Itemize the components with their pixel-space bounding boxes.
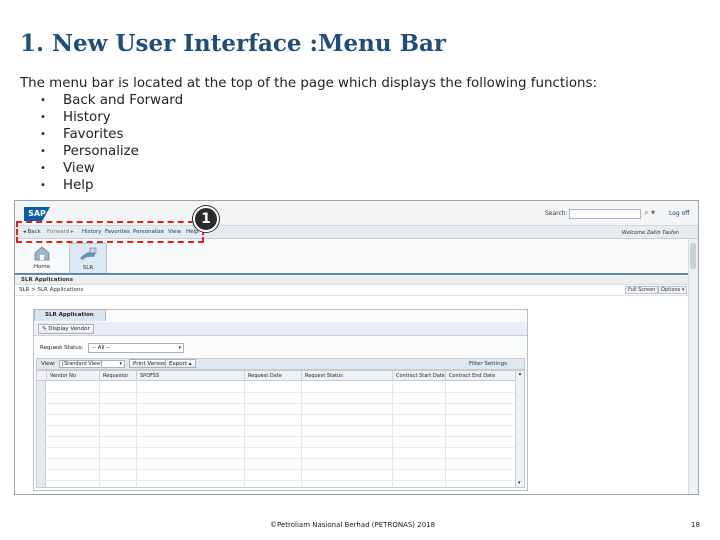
request-status-value: -- All -- bbox=[92, 345, 111, 351]
chevron-down-icon: ▾ bbox=[119, 361, 122, 367]
sap-logo: SAP bbox=[24, 207, 50, 221]
export-button[interactable]: Export ▴ bbox=[165, 359, 196, 368]
bullet-icon: • bbox=[40, 180, 46, 191]
list-item-label: Personalize bbox=[63, 144, 139, 159]
tab-slr-application[interactable]: SLR Application bbox=[34, 309, 106, 321]
bullet-icon: • bbox=[40, 163, 46, 174]
full-screen-button[interactable]: Full Screen bbox=[625, 286, 659, 294]
section-header: SLR Applications bbox=[15, 276, 688, 285]
column-divider bbox=[99, 381, 100, 487]
function-list: • Back and Forward • History • Favorites • P… bbox=[40, 92, 183, 194]
tile-label: Home bbox=[33, 264, 51, 270]
list-item-label: Favorites bbox=[63, 127, 124, 142]
column-header[interactable]: Contract Start Date bbox=[392, 371, 446, 381]
grid-toolbar: View: [Standard View] ▾ Print Version Exp… bbox=[36, 358, 525, 370]
search-input[interactable] bbox=[569, 209, 641, 219]
list-item-label: History bbox=[63, 110, 111, 125]
column-header[interactable]: Request Date bbox=[244, 371, 302, 381]
request-status-label: Request Status: bbox=[40, 345, 84, 351]
scroll-up-icon[interactable]: ▴ bbox=[519, 371, 522, 377]
row-selector-column[interactable] bbox=[37, 381, 46, 487]
bullet-icon: • bbox=[40, 146, 46, 157]
list-item: • Back and Forward bbox=[40, 92, 183, 109]
display-vendor-label: Display Vendor bbox=[48, 326, 90, 332]
bullet-icon: • bbox=[40, 112, 46, 123]
panel-toolbar: ✎ Display Vendor bbox=[34, 322, 527, 336]
display-vendor-button[interactable]: ✎ Display Vendor bbox=[38, 324, 94, 334]
welcome-text: Welcome Zakin Taufan bbox=[622, 230, 680, 236]
list-item: • Personalize bbox=[40, 143, 183, 160]
view-label: View: bbox=[41, 361, 56, 367]
table-row[interactable] bbox=[37, 480, 514, 481]
portal-screenshot: SAP Search: ⌕ ▾ Log off ◂ Back Forward ▸… bbox=[14, 200, 699, 495]
column-divider bbox=[392, 381, 393, 487]
tile-home[interactable]: Home bbox=[23, 243, 61, 273]
view-value: [Standard View] bbox=[62, 361, 103, 367]
bullet-icon: • bbox=[40, 129, 46, 140]
column-divider bbox=[244, 381, 245, 487]
section-title: SLR Applications bbox=[21, 277, 73, 283]
request-status-select[interactable]: -- All -- ▾ bbox=[88, 343, 184, 353]
table-row[interactable] bbox=[37, 469, 514, 470]
page-scrollbar[interactable] bbox=[688, 239, 698, 494]
filter-settings-links[interactable]: Filter Settings bbox=[469, 361, 507, 367]
search-icon[interactable]: ⌕ ▾ bbox=[644, 208, 655, 218]
list-item: • History bbox=[40, 109, 183, 126]
menu-bar-highlight bbox=[16, 221, 204, 243]
list-item-label: Help bbox=[63, 178, 94, 193]
column-header[interactable]: SPOFSS bbox=[136, 371, 246, 381]
breadcrumb[interactable]: SLR > SLR Applications bbox=[19, 287, 83, 293]
callout-marker: 1 bbox=[193, 206, 219, 232]
list-item: • Favorites bbox=[40, 126, 183, 143]
table-row[interactable] bbox=[37, 447, 514, 448]
slr-icon bbox=[80, 247, 97, 260]
footer-copyright: ©Petroliam Nasional Berhad (PETRONAS) 20… bbox=[270, 521, 436, 529]
view-select[interactable]: [Standard View] ▾ bbox=[59, 360, 125, 368]
logoff-link[interactable]: Log off bbox=[669, 210, 689, 217]
breadcrumb-bar: SLR > SLR Applications Full Screen Optio… bbox=[15, 285, 688, 296]
table-row[interactable] bbox=[37, 458, 514, 459]
table-scrollbar[interactable]: ▴ ▾ bbox=[515, 371, 524, 487]
column-divider bbox=[445, 381, 446, 487]
page-number: 18 bbox=[691, 521, 700, 529]
slide-title: 1. New User Interface :Menu Bar bbox=[20, 30, 447, 57]
list-item: • View bbox=[40, 160, 183, 177]
table-row[interactable] bbox=[37, 436, 514, 437]
slr-application-panel: SLR Application ✎ Display Vendor Request… bbox=[33, 309, 528, 491]
scroll-down-icon[interactable]: ▾ bbox=[518, 480, 521, 486]
column-divider bbox=[301, 381, 302, 487]
table-row[interactable] bbox=[37, 403, 514, 404]
intro-text: The menu bar is located at the top of th… bbox=[20, 76, 597, 91]
table-row[interactable] bbox=[37, 392, 514, 393]
tile-label: SLR bbox=[82, 265, 94, 271]
search-label: Search: bbox=[545, 210, 568, 217]
options-button[interactable]: Options ▾ bbox=[658, 286, 688, 294]
list-item-label: Back and Forward bbox=[63, 93, 184, 108]
table-header: Vendor No Requestor SPOFSS Request Date … bbox=[37, 371, 524, 381]
bullet-icon: • bbox=[40, 95, 46, 106]
table-row[interactable] bbox=[37, 425, 514, 426]
launchpad: Home SLR bbox=[15, 239, 698, 275]
home-icon bbox=[34, 246, 50, 261]
column-header[interactable]: Request Status bbox=[301, 371, 393, 381]
request-table: Vendor No Requestor SPOFSS Request Date … bbox=[36, 370, 525, 488]
chevron-down-icon: ▾ bbox=[178, 345, 181, 351]
column-header[interactable]: Requestor bbox=[99, 371, 137, 381]
tile-slr[interactable]: SLR bbox=[69, 243, 107, 273]
list-item-label: View bbox=[63, 161, 95, 176]
column-divider bbox=[136, 381, 137, 487]
scrollbar-thumb[interactable] bbox=[690, 243, 696, 269]
column-header[interactable]: Contract End Date bbox=[445, 371, 515, 381]
table-row[interactable] bbox=[37, 414, 514, 415]
list-item: • Help bbox=[40, 177, 183, 194]
